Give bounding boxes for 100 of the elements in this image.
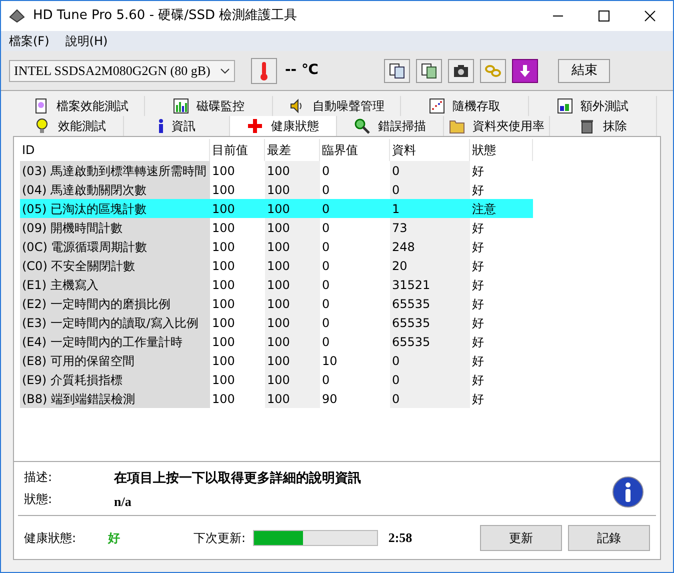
status-text: n/a: [114, 492, 132, 510]
table-cell: (C0) 不安全關閉計數: [20, 256, 210, 275]
table-cell: (03) 馬達啟動到標準轉速所需時間: [20, 161, 210, 180]
table-cell-text: 100: [211, 220, 236, 236]
table-cell-text: 10: [321, 352, 338, 370]
refresh-button[interactable]: 更新: [480, 524, 562, 550]
table-cell-text: 1: [391, 200, 401, 218]
bar-chart-icon: [172, 98, 188, 114]
table-cell-text: 0: [321, 200, 331, 218]
table-cell-text: 0: [321, 372, 331, 388]
table-cell: 248: [390, 237, 470, 256]
close-icon: [644, 10, 656, 22]
table-cell: 100: [265, 351, 320, 370]
camera-button[interactable]: [448, 58, 474, 82]
drive-dropdown[interactable]: INTEL SSDSA2M080G2GN (80 gB): [9, 60, 235, 82]
table-cell-text: 100: [211, 162, 236, 180]
table-cell: 0: [390, 180, 470, 199]
table-cell-text: 好: [471, 238, 485, 256]
table-cell-text: 0: [321, 314, 331, 332]
table-cell-text: 好: [471, 352, 485, 370]
maximize-icon: [598, 10, 610, 22]
table-cell-text: 注意: [471, 200, 497, 218]
menu-item[interactable]: 說明(H): [65, 32, 108, 50]
column-header[interactable]: 目前值: [210, 139, 265, 161]
thermometer-button[interactable]: [251, 58, 277, 84]
table-row[interactable]: (E9) 介質耗損指標 100 100 0 0 好: [20, 370, 533, 389]
table-cell-text: 0: [321, 258, 331, 274]
table-cell: 0: [390, 370, 470, 389]
table-row[interactable]: (03) 馬達啟動到標準轉速所需時間 100 100 0 0 好: [20, 161, 533, 180]
tab[interactable]: 健康狀態: [230, 116, 338, 136]
table-row[interactable]: (E3) 一定時間內的讀取/寫入比例 100 100 0 65535 好: [20, 313, 533, 332]
table-row[interactable]: (E1) 主機寫入 100 100 0 31521 好: [20, 275, 533, 294]
table-cell-text: 0: [321, 296, 331, 312]
table-cell-text: 好: [471, 182, 485, 198]
table-cell: 100: [265, 389, 320, 408]
table-cell: 0: [390, 161, 470, 180]
spreadsheet-icon: [556, 98, 572, 114]
table-row[interactable]: (E8) 可用的保留空間 100 100 10 0 好: [20, 351, 533, 370]
document-icon: [32, 98, 48, 114]
table-row[interactable]: (0C) 電源循環周期計數 100 100 0 248 好: [20, 237, 533, 256]
table-cell-text: 100: [211, 182, 236, 198]
table-cell: 73: [390, 218, 470, 237]
table-row[interactable]: (09) 開機時間計數 100 100 0 73 好: [20, 218, 533, 237]
column-header[interactable]: 狀態: [470, 139, 533, 161]
table-cell: 31521: [390, 275, 470, 294]
table-row[interactable]: (B8) 端到端錯誤檢測 100 100 90 0 好: [20, 389, 533, 408]
copy-all-button[interactable]: [416, 58, 442, 82]
table-cell: (E1) 主機寫入: [20, 275, 210, 294]
table-cell-text: 好: [471, 314, 485, 332]
table-cell-text: 好: [471, 334, 485, 350]
table-cell-text: 0: [321, 334, 331, 350]
table-row[interactable]: (05) 已淘汰的區塊計數 100 100 0 1 注意: [20, 199, 533, 218]
health-status: 好: [108, 530, 121, 546]
table-cell-text: 100: [211, 276, 236, 294]
countdown-time: 2:58: [388, 528, 414, 547]
column-header[interactable]: 臨界值: [320, 139, 390, 161]
table-cell: (E2) 一定時間內的磨損比例: [20, 294, 210, 313]
table-cell-text: 0: [321, 276, 331, 294]
exit-button[interactable]: 結束: [558, 58, 610, 82]
table-cell: 100: [265, 180, 320, 199]
table-cell: 100: [265, 370, 320, 389]
table-cell-text: 100: [211, 372, 236, 388]
table-cell: 65535: [390, 313, 470, 332]
table-cell: (E9) 介質耗損指標: [20, 370, 210, 389]
table-cell: (0C) 電源循環周期計數: [20, 237, 210, 256]
next-update-label: 下次更新:: [194, 530, 247, 546]
table-cell: (E4) 一定時間內的工作量計時: [20, 332, 210, 351]
table-cell-text: 100: [211, 334, 236, 350]
camera-icon: [453, 62, 470, 78]
table-cell: (E8) 可用的保留空間: [20, 351, 210, 370]
window-title: HD Tune Pro 5.60 - 硬碟/SSD 檢測維護工具: [33, 7, 298, 26]
health-label: 健康狀態:: [24, 530, 78, 546]
chain-icon: [485, 62, 502, 78]
table-cell: 100: [265, 313, 320, 332]
table-cell: 20: [390, 256, 470, 275]
menu-item[interactable]: 檔案(F): [9, 32, 50, 50]
table-row[interactable]: (E4) 一定時間內的工作量計時 100 100 0 65535 好: [20, 332, 533, 351]
table-cell: 65535: [390, 332, 470, 351]
table-cell: (04) 馬達啟動關閉次數: [20, 180, 210, 199]
cross-icon: [247, 118, 264, 134]
download-button[interactable]: [512, 58, 538, 82]
table-row[interactable]: (C0) 不安全關閉計數 100 100 0 20 好: [20, 256, 533, 275]
table-cell: 100: [265, 161, 320, 180]
table-cell-text: 100: [266, 200, 291, 218]
table-row[interactable]: (E2) 一定時間內的磨損比例 100 100 0 65535 好: [20, 294, 533, 313]
description-label: 描述:: [24, 469, 54, 486]
table-cell: (E3) 一定時間內的讀取/寫入比例: [20, 313, 210, 332]
table-cell-text: 100: [211, 352, 236, 370]
speaker-icon: [288, 98, 304, 114]
table-cell-text: 100: [211, 238, 236, 256]
table-cell: 100: [265, 218, 320, 237]
table-cell-text: 0: [321, 220, 331, 236]
trash-can-icon: [579, 118, 596, 134]
arrow-down-icon: [518, 64, 532, 78]
table-row[interactable]: (04) 馬達啟動關閉次數 100 100 0 0 好: [20, 180, 533, 199]
scatter-chart-icon: [428, 98, 444, 114]
log-button[interactable]: 記錄: [568, 524, 650, 550]
table-cell: (B8) 端到端錯誤檢測: [20, 389, 210, 408]
table-cell-text: 0: [321, 162, 331, 180]
copy-button[interactable]: [384, 58, 410, 82]
